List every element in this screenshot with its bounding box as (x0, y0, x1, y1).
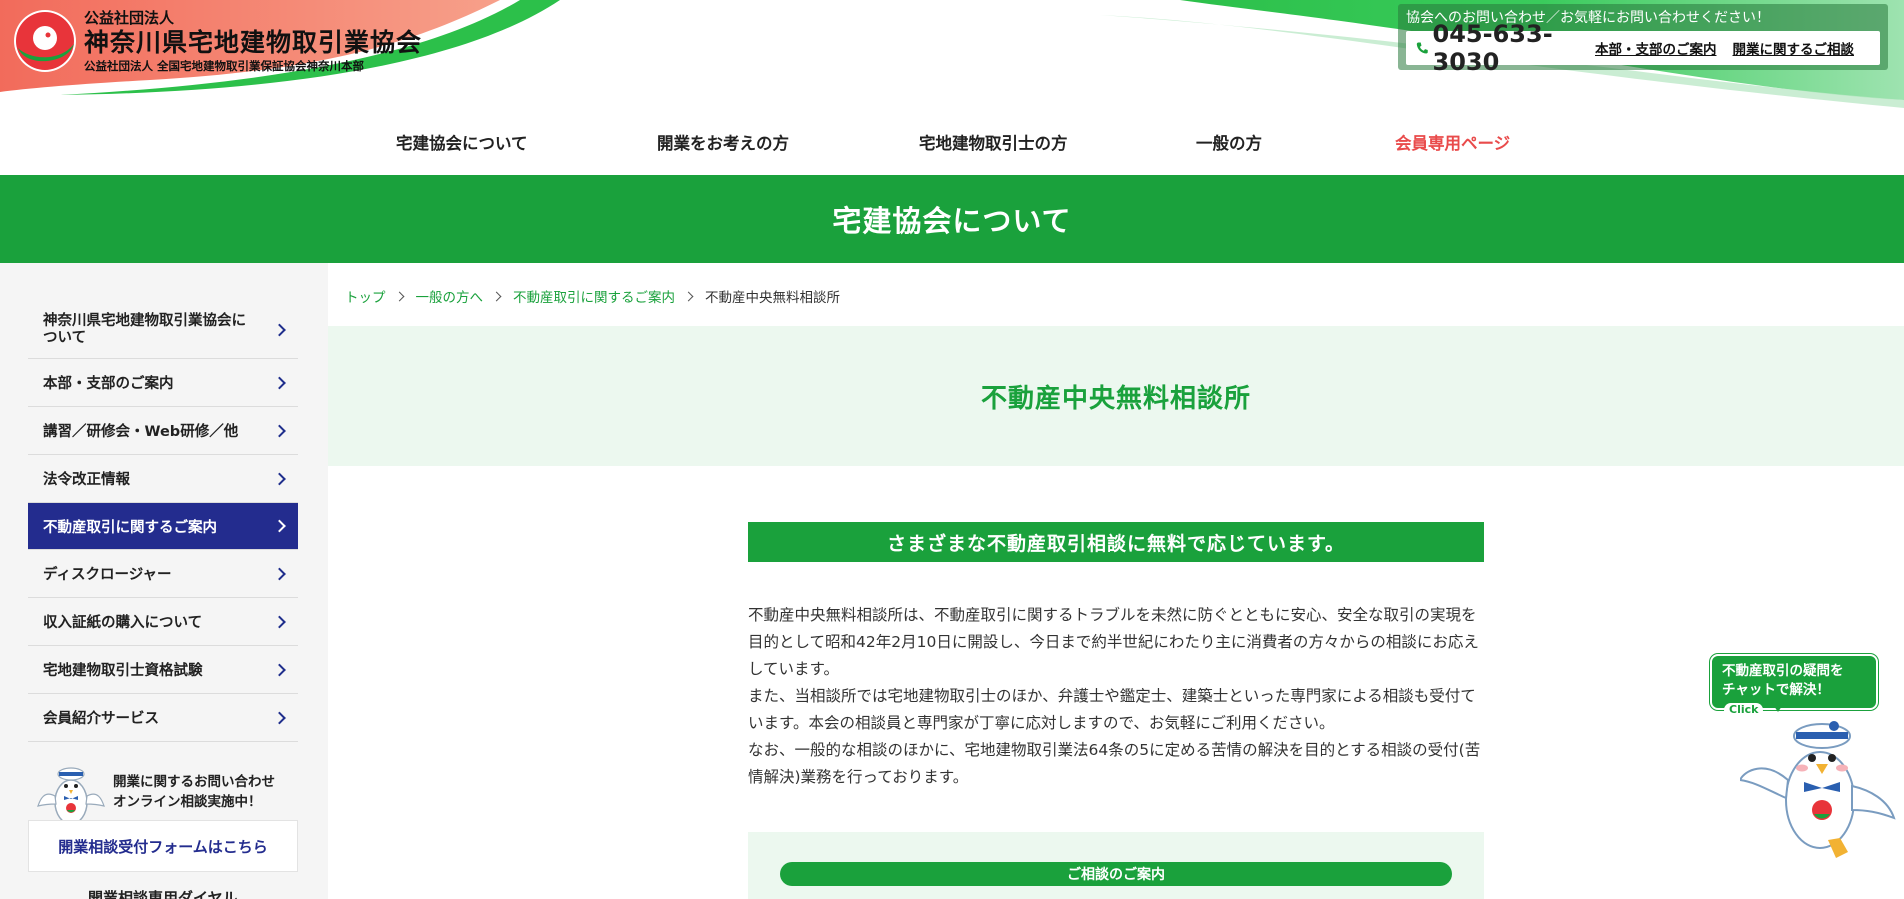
chat-line-1: 不動産取引の疑問を (1722, 663, 1844, 679)
consult-form-button[interactable]: 開業相談受付フォームはこちら (28, 820, 298, 872)
nav-brokers[interactable]: 宅地建物取引士の方 (919, 130, 1068, 154)
breadcrumb: トップ 一般の方へ 不動産取引に関するご案内 不動産中央無料相談所 (345, 286, 840, 306)
sidebar-item-law-updates[interactable]: 法令改正情報 (28, 455, 298, 503)
org-sub-name: 公益社団法人 全国宅地建物取引業保証協会神奈川本部 (84, 59, 365, 73)
sidebar-item-exam[interactable]: 宅地建物取引士資格試験 (28, 646, 298, 694)
chevron-right-icon (273, 519, 286, 533)
sidebar-item-transactions[interactable]: 不動産取引に関するご案内 (28, 503, 298, 550)
branch-guide-link[interactable]: 本部・支部のご案内 (1595, 38, 1717, 58)
page-title-band: 不動産中央無料相談所 (328, 326, 1904, 466)
consult-line-1: 開業に関するお問い合わせ (113, 774, 275, 790)
chevron-right-icon (273, 424, 286, 437)
site-logo[interactable]: 公益社団法人 神奈川県宅地建物取引業協会 公益社団法人 全国宅地建物取引業保証協… (12, 8, 422, 74)
lead-heading: さまざまな不動産取引相談に無料で応じています。 (748, 522, 1484, 562)
chevron-right-icon (273, 615, 286, 628)
chevron-right-icon (683, 291, 694, 301)
sidebar-item-revenue-stamps[interactable]: 収入証紙の購入について (28, 598, 298, 646)
consult-guide-heading: ご相談のご案内 (780, 862, 1452, 886)
nav-members[interactable]: 会員専用ページ (1395, 130, 1510, 154)
sidebar-item-label: 講習／研修会・Web研修／他 (43, 424, 239, 440)
body-text: 不動産中央無料相談所は、不動産取引に関するトラブルを未然に防ぐとともに安心、安全… (748, 602, 1484, 791)
consult-guide-box: ご相談のご案内 (748, 832, 1484, 899)
chevron-right-icon (394, 291, 404, 301)
sidebar-item-branches[interactable]: 本部・支部のご案内 (28, 359, 298, 407)
consult-dial-label: 開業相談専用ダイヤル (88, 889, 238, 899)
section-title-band: 宅建協会について (0, 175, 1904, 263)
contact-box: 協会へのお問い合わせ／お気軽にお問い合わせください！ 045-633-3030 … (1398, 4, 1888, 76)
sidebar-item-label: 宅地建物取引士資格試験 (43, 663, 203, 679)
breadcrumb-general[interactable]: 一般の方へ (416, 286, 484, 306)
global-nav: 宅建協会について 開業をお考えの方 宅地建物取引士の方 一般の方 会員専用ページ (0, 130, 1904, 154)
chevron-right-icon (273, 711, 286, 724)
sidebar-item-label: 収入証紙の購入について (43, 615, 203, 631)
breadcrumb-current: 不動産中央無料相談所 (705, 290, 840, 306)
sidebar-item-label: 本部・支部のご案内 (43, 376, 174, 392)
sidebar-item-label: ディスクロージャー (43, 567, 172, 583)
site-header: 公益社団法人 神奈川県宅地建物取引業協会 公益社団法人 全国宅地建物取引業保証協… (0, 0, 1904, 110)
chevron-right-icon (273, 376, 286, 389)
paragraph: また、当相談所では宅地建物取引士のほか、弁護士や鑑定士、建築士といった専門家によ… (748, 687, 1476, 732)
sidebar-item-label: 会員紹介サービス (43, 711, 159, 727)
page-title: 不動産中央無料相談所 (980, 383, 1251, 414)
sidebar-menu: 神奈川県宅地建物取引業協会について 本部・支部のご案内 講習／研修会・Web研修… (28, 301, 298, 742)
chat-mascot-icon[interactable] (1740, 700, 1896, 860)
nav-about[interactable]: 宅建協会について (396, 130, 528, 154)
phone-icon (1416, 42, 1428, 54)
sidebar-item-training[interactable]: 講習／研修会・Web研修／他 (28, 407, 298, 455)
sidebar-item-label: 神奈川県宅地建物取引業協会について (43, 312, 246, 346)
chevron-right-icon (273, 567, 286, 580)
nav-general[interactable]: 一般の方 (1196, 130, 1262, 154)
breadcrumb-top[interactable]: トップ (345, 286, 386, 306)
chevron-right-icon (273, 663, 286, 676)
org-type: 公益社団法人 (84, 9, 175, 27)
chevron-right-icon (491, 291, 502, 301)
phone-number[interactable]: 045-633-3030 (1433, 20, 1579, 76)
main-content: さまざまな不動産取引相談に無料で応じています。 不動産中央無料相談所は、不動産取… (748, 522, 1484, 791)
sidebar-item-disclosure[interactable]: ディスクロージャー (28, 550, 298, 598)
crane-logo-icon (14, 10, 76, 72)
sidebar-item-label: 不動産取引に関するご案内 (43, 519, 217, 536)
consult-text: 開業に関するお問い合わせ オンライン相談実施中！ (113, 772, 275, 812)
paragraph: 不動産中央無料相談所は、不動産取引に関するトラブルを未然に防ぐとともに安心、安全… (748, 606, 1479, 678)
nav-start-business[interactable]: 開業をお考えの方 (657, 130, 789, 154)
chevron-right-icon (273, 472, 286, 485)
breadcrumb-transactions[interactable]: 不動産取引に関するご案内 (513, 286, 675, 306)
sidebar-item-association[interactable]: 神奈川県宅地建物取引業協会について (28, 301, 298, 359)
sidebar: 神奈川県宅地建物取引業協会について 本部・支部のご案内 講習／研修会・Web研修… (0, 263, 328, 899)
paragraph: なお、一般的な相談のほかに、宅地建物取引業法64条の5に定める苦情の解決を目的と… (748, 741, 1481, 786)
sidebar-item-member-referral[interactable]: 会員紹介サービス (28, 694, 298, 742)
sidebar-item-label: 法令改正情報 (43, 472, 130, 488)
chat-line-2: チャットで解決！ (1722, 682, 1830, 698)
business-consult-link[interactable]: 開業に関するご相談 (1733, 38, 1855, 58)
chevron-right-icon (273, 323, 286, 336)
section-title: 宅建協会について (832, 204, 1072, 238)
consult-line-2: オンライン相談実施中！ (113, 794, 262, 810)
org-name: 神奈川県宅地建物取引業協会 (84, 28, 423, 57)
